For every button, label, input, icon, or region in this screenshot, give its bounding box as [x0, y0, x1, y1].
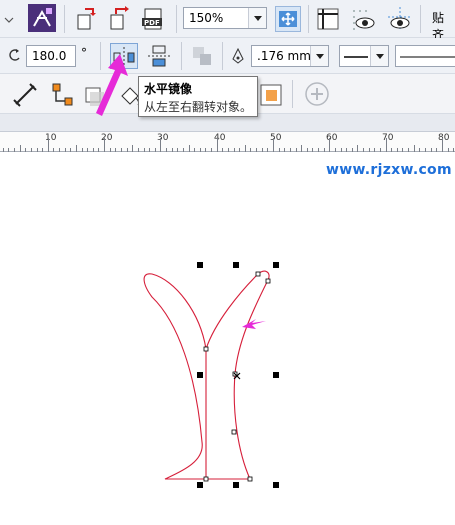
separator [64, 5, 65, 33]
zoom-level-value: 150% [189, 11, 224, 25]
separator [176, 5, 177, 33]
zoom-level-combo[interactable]: 150% [183, 7, 267, 29]
add-icon[interactable] [304, 81, 330, 107]
dropdown-arrow-icon[interactable] [248, 8, 266, 28]
handle-middle-left [197, 372, 203, 378]
separator [222, 42, 223, 70]
rotation-unit: ° [81, 46, 87, 60]
export-icon[interactable] [106, 6, 132, 32]
full-screen-preview-icon[interactable] [275, 6, 301, 32]
dropdown-arrow-icon[interactable] [370, 46, 388, 66]
rotation-angle-field[interactable]: 180.0 [26, 45, 76, 67]
connector-tool-icon[interactable] [50, 82, 76, 108]
dropdown-arrow-icon[interactable] [310, 46, 328, 66]
tooltip-description: 从左至右翻转对象。 [144, 100, 253, 114]
grid-view-icon[interactable] [349, 6, 375, 32]
handle-top-center [233, 262, 239, 268]
publish-pdf-icon[interactable]: PDF [140, 6, 166, 32]
property-bar: 180.0 ° .176 mm [0, 38, 455, 74]
align-icon [189, 43, 215, 69]
separator [308, 5, 309, 33]
canvas-drawing [143, 262, 279, 488]
annotation-arrow-icon [242, 319, 266, 329]
handle-bottom-center [233, 482, 239, 488]
line-style-icon[interactable] [395, 45, 455, 67]
svg-text:PDF: PDF [144, 19, 160, 27]
handle-top-left [197, 262, 203, 268]
dimension-tool-icon[interactable] [12, 82, 38, 108]
tooltip: 水平镜像 从左至右翻转对象。 [138, 76, 258, 117]
mirror-vertical-icon[interactable] [146, 43, 172, 69]
drawing-canvas[interactable] [0, 152, 455, 522]
pointer-arrow-icon [96, 54, 128, 116]
outline-pen-icon [231, 47, 245, 64]
outline-width-value: .176 mm [257, 49, 311, 63]
separator [292, 80, 293, 108]
guidelines-view-icon[interactable] [387, 6, 413, 32]
page-view-icon[interactable] [315, 6, 341, 32]
corel-launcher-icon[interactable] [28, 4, 56, 32]
import-icon[interactable] [72, 6, 98, 32]
rotation-angle-value: 180.0 [32, 49, 67, 63]
rotate-icon [8, 47, 22, 63]
horizontal-ruler: 10 20 30 40 50 60 70 80 [0, 132, 455, 152]
transparency-tool-icon[interactable] [258, 82, 284, 108]
handle-bottom-right [273, 482, 279, 488]
handle-bottom-left [197, 482, 203, 488]
dropdown-arrow-icon[interactable] [2, 6, 16, 32]
ruler-ticks [3, 138, 454, 152]
watermark-text: www.rjzxw.com [326, 162, 452, 178]
handle-middle-right [273, 372, 279, 378]
line-start-combo[interactable] [339, 45, 389, 67]
standard-toolbar: PDF 150% 贴齐 [0, 0, 455, 42]
separator [181, 42, 182, 70]
tooltip-title: 水平镜像 [144, 82, 193, 96]
outline-width-combo[interactable]: .176 mm [251, 45, 329, 67]
separator [420, 5, 421, 33]
selected-shape [143, 270, 270, 480]
handle-top-right [273, 262, 279, 268]
